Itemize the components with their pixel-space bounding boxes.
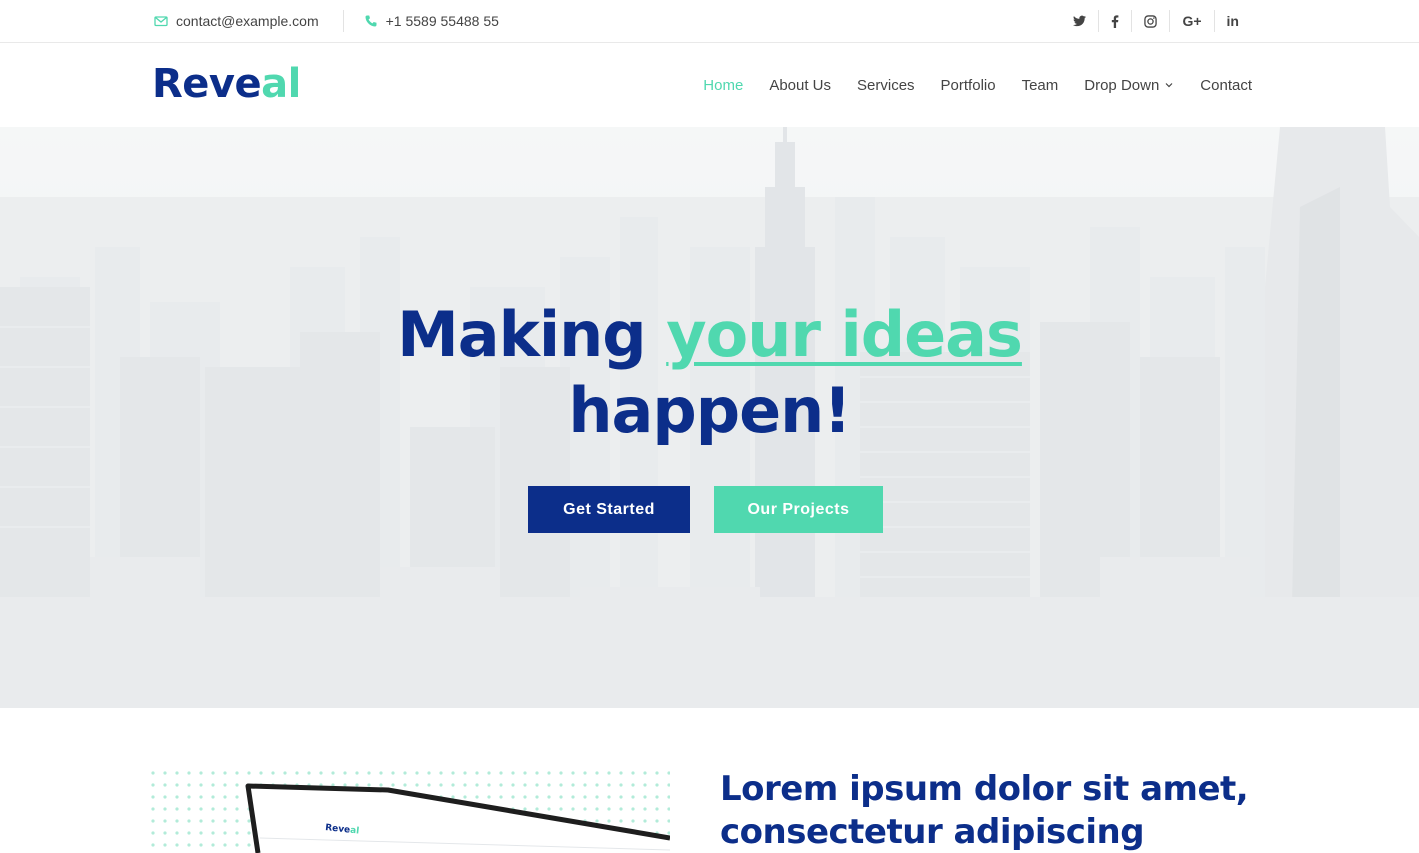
envelope-icon — [154, 16, 168, 27]
nav-dropdown[interactable]: Drop Down — [1084, 77, 1174, 94]
twitter-link[interactable] — [1061, 10, 1098, 32]
google-plus-link[interactable]: G+ — [1169, 10, 1213, 32]
nav-contact[interactable]: Contact — [1200, 77, 1252, 94]
top-bar: contact@example.com +1 5589 55488 55 G+ … — [0, 0, 1419, 43]
hero-buttons: Get Started Our Projects — [528, 486, 883, 533]
social-links: G+ in — [1061, 0, 1251, 42]
nav-services[interactable]: Services — [857, 77, 915, 94]
email-item[interactable]: contact@example.com — [154, 13, 319, 29]
site-header: Reveal Home About Us Services Portfolio … — [0, 43, 1419, 127]
divider — [342, 10, 344, 32]
nav-dropdown-label: Drop Down — [1084, 76, 1160, 94]
site-logo[interactable]: Reveal — [152, 61, 301, 107]
hero-title: Making your ideas happen! — [0, 297, 1419, 449]
nav-home[interactable]: Home — [703, 77, 743, 94]
instagram-link[interactable] — [1131, 10, 1169, 32]
chevron-down-icon — [1165, 83, 1173, 88]
get-started-button[interactable]: Get Started — [528, 486, 690, 533]
email-text[interactable]: contact@example.com — [176, 13, 319, 29]
nav-team[interactable]: Team — [1022, 77, 1059, 94]
hero-section: Making your ideas happen! Get Started Ou… — [0, 127, 1419, 708]
hero-title-highlight: your ideas — [666, 298, 1023, 371]
hero-title-start: Making — [397, 298, 667, 371]
facebook-icon — [1112, 14, 1119, 28]
instagram-icon — [1144, 14, 1158, 28]
contact-info: contact@example.com +1 5589 55488 55 — [154, 0, 499, 42]
laptop-mockup-image: Reveal — [150, 770, 670, 853]
mockup-logo-part-2: al — [350, 826, 360, 837]
facebook-link[interactable] — [1098, 10, 1131, 32]
main-nav: Home About Us Services Portfolio Team Dr… — [677, 43, 1252, 127]
our-projects-button[interactable]: Our Projects — [714, 486, 883, 533]
nav-portfolio[interactable]: Portfolio — [941, 77, 996, 94]
phone-item[interactable]: +1 5589 55488 55 — [364, 13, 499, 29]
google-plus-icon: G+ — [1182, 13, 1202, 29]
about-title: Lorem ipsum dolor sit amet, consectetur … — [720, 769, 1249, 852]
nav-about[interactable]: About Us — [769, 77, 831, 94]
phone-icon — [365, 15, 377, 27]
twitter-icon — [1073, 15, 1087, 27]
phone-text[interactable]: +1 5589 55488 55 — [386, 13, 499, 29]
logo-part-1: Reve — [152, 61, 262, 107]
hero-title-end: happen! — [568, 374, 851, 447]
linkedin-icon: in — [1226, 13, 1239, 29]
linkedin-link[interactable]: in — [1213, 10, 1251, 32]
logo-part-2: al — [261, 61, 301, 107]
about-image: Reveal — [150, 770, 670, 853]
